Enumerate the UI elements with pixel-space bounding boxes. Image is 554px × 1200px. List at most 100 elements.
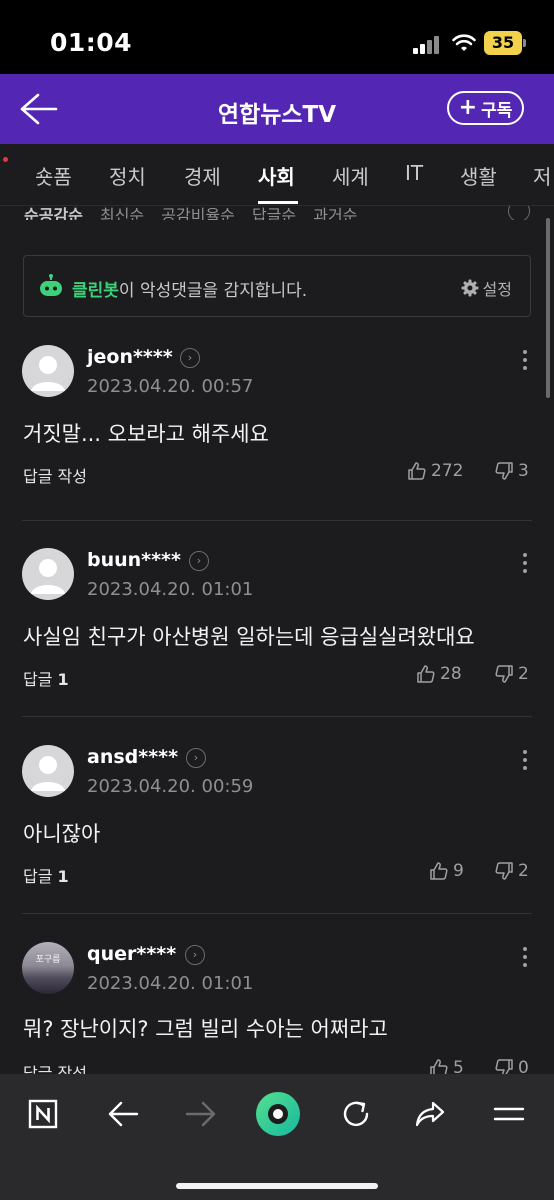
more-options-icon[interactable] (520, 750, 530, 776)
chevron-right-icon[interactable]: › (180, 348, 200, 368)
scroll-indicator (546, 218, 550, 398)
reply-count: 1 (57, 670, 69, 689)
sort-option-latest[interactable]: 최신순 (100, 206, 144, 220)
sort-option-ratio[interactable]: 공감비율순 (161, 206, 235, 220)
tab-economy[interactable]: 경제 (184, 161, 221, 190)
tab-society[interactable]: 사회 (258, 161, 295, 190)
home-indicator (176, 1183, 378, 1189)
comment-divider (22, 716, 532, 717)
player-icon (256, 1092, 300, 1136)
subscribe-label: 구독 (481, 100, 513, 121)
default-avatar-icon (31, 356, 65, 391)
forward-arrow-icon (185, 1101, 216, 1127)
reply-count: 1 (57, 867, 69, 886)
comment-divider (22, 913, 532, 914)
refresh-button[interactable] (336, 1094, 376, 1134)
reply-button[interactable]: 답글 1 (23, 666, 69, 690)
avatar-caption: 포구름 (35, 955, 61, 965)
comment-divider (22, 520, 532, 521)
comment-text: 사실임 친구가 아산병원 일하는데 응급실실려왔대요 (23, 625, 475, 649)
comment-username[interactable]: jeon**** (87, 346, 173, 368)
battery-level: 35 (484, 31, 522, 55)
thumbs-up-icon (408, 462, 426, 480)
refresh-icon (343, 1101, 369, 1127)
forward-nav-button[interactable] (181, 1094, 221, 1134)
comment-date: 2023.04.20. 01:01 (87, 973, 254, 994)
tab-entertainment[interactable]: 저 (533, 161, 551, 190)
dislike-count: 2 (518, 664, 529, 684)
dislike-button[interactable]: 3 (494, 461, 529, 481)
thumbs-down-icon (495, 462, 513, 480)
default-avatar-icon (31, 756, 65, 791)
chevron-right-icon[interactable]: › (185, 945, 205, 965)
like-button[interactable]: 272 (407, 461, 463, 481)
like-button[interactable]: 28 (416, 664, 462, 684)
status-bar: 01:04 35 (0, 0, 554, 74)
tab-it[interactable]: IT (405, 161, 423, 185)
sort-option-replies[interactable]: 답글순 (252, 206, 296, 220)
like-button[interactable]: 9 (429, 861, 464, 881)
back-arrow-icon (108, 1101, 139, 1127)
cleanbot-name: 클린봇 (72, 281, 119, 301)
back-nav-button[interactable] (103, 1094, 143, 1134)
sort-options: 순공감순 최신순 공감비율순 답글순 과거순 (0, 206, 554, 220)
comment-text: 아니잖아 (23, 822, 101, 846)
subscribe-button[interactable]: + 구독 (447, 91, 524, 125)
avatar[interactable] (22, 548, 74, 600)
status-time: 01:04 (50, 28, 133, 57)
more-options-icon[interactable] (520, 947, 530, 973)
tab-world[interactable]: 세계 (332, 161, 369, 190)
reply-label: 답글 (23, 867, 53, 886)
dislike-button[interactable]: 2 (494, 861, 529, 881)
comment-username[interactable]: buun**** (87, 549, 181, 571)
battery-tip (523, 39, 526, 47)
player-button[interactable] (254, 1090, 302, 1138)
sort-option-oldest[interactable]: 과거순 (313, 206, 357, 220)
dislike-count: 2 (518, 861, 529, 881)
reply-button[interactable]: 답글 작성 (23, 463, 87, 487)
menu-button[interactable] (489, 1094, 529, 1134)
thumbs-down-icon (495, 665, 513, 683)
app-header: 연합뉴스TV + 구독 (0, 74, 554, 144)
gear-icon (461, 279, 479, 297)
chevron-right-icon[interactable]: › (186, 748, 206, 768)
comment-username[interactable]: quer**** (87, 943, 176, 965)
dislike-count: 3 (518, 461, 529, 481)
share-button[interactable] (410, 1094, 450, 1134)
signal-icon (413, 36, 441, 54)
default-avatar-icon (31, 559, 65, 594)
avatar[interactable] (22, 345, 74, 397)
more-options-icon[interactable] (520, 350, 530, 376)
comment-text: 뭐? 장난이지? 그럼 빌리 수아는 어쩌라고 (23, 1017, 388, 1041)
more-options-icon[interactable] (520, 553, 530, 579)
tab-politics[interactable]: 정치 (109, 161, 146, 190)
cleanbot-message-text: 이 악성댓글을 감지합니다. (118, 281, 308, 301)
naver-home-button[interactable] (23, 1094, 63, 1134)
dislike-button[interactable]: 2 (494, 664, 529, 684)
like-count: 28 (440, 664, 462, 684)
sort-option-likes[interactable]: 순공감순 (24, 206, 83, 220)
settings-label: 설정 (482, 280, 512, 299)
menu-icon (493, 1107, 525, 1121)
info-icon[interactable] (508, 206, 530, 220)
wifi-icon (452, 34, 476, 51)
avatar[interactable] (22, 745, 74, 797)
tab-life[interactable]: 생활 (460, 161, 497, 190)
category-tabs: 숏폼 정치 경제 사회 세계 IT 생활 저 (0, 144, 554, 206)
like-count: 272 (431, 461, 464, 481)
avatar[interactable]: 포구름 (22, 942, 74, 994)
like-count: 9 (453, 861, 464, 881)
cleanbot-notice: 클린봇이 악성댓글을 감지합니다. 설정 (23, 255, 531, 317)
share-icon (415, 1101, 445, 1127)
comment-date: 2023.04.20. 01:01 (87, 579, 254, 600)
reply-button[interactable]: 답글 1 (23, 863, 69, 887)
thumbs-down-icon (495, 862, 513, 880)
tab-shortform[interactable]: 숏폼 (35, 161, 72, 190)
comment-username[interactable]: ansd**** (87, 746, 178, 768)
browser-toolbar (0, 1074, 554, 1200)
chevron-right-icon[interactable]: › (189, 551, 209, 571)
naver-n-icon (28, 1099, 58, 1129)
comment-date: 2023.04.20. 00:59 (87, 776, 254, 797)
cleanbot-robot-icon (40, 274, 62, 296)
cleanbot-settings-button[interactable]: 설정 (461, 276, 512, 300)
